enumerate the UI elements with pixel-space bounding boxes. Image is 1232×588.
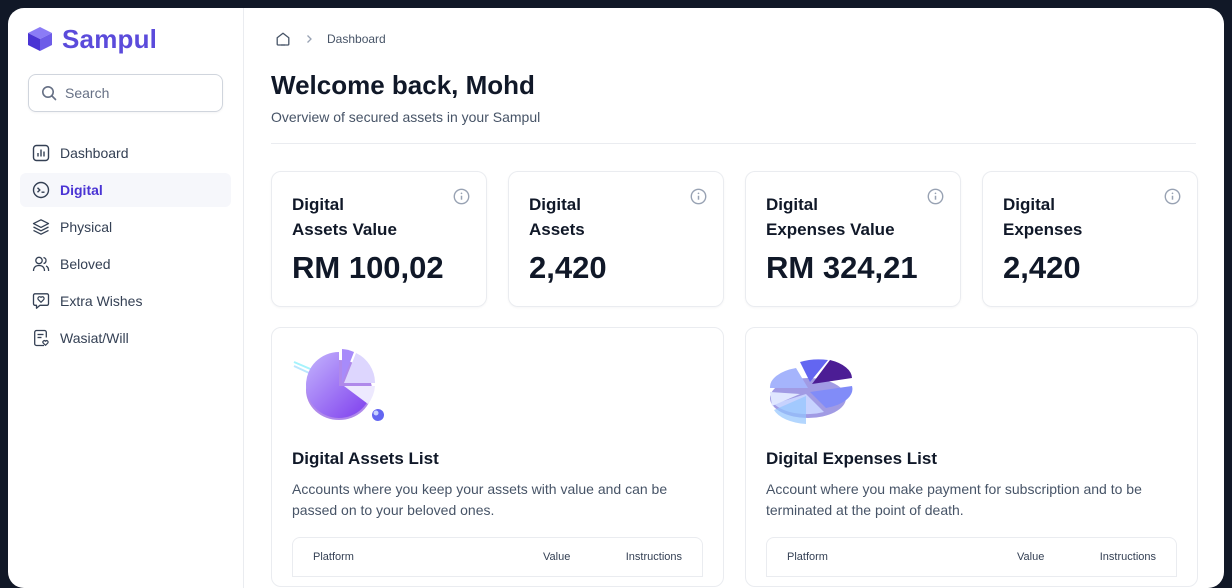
sidebar-item-beloved[interactable]: Beloved [20,247,231,281]
message-heart-icon [32,292,50,310]
stat-label-line1: Digital [1003,195,1055,214]
list-title: Digital Assets List [292,449,439,468]
table-header: Platform Value Instructions [292,537,703,577]
stat-value: 2,420 [1003,250,1081,285]
stat-label: Digital Expenses [1003,192,1153,242]
column-header-value[interactable]: Value [1017,551,1099,563]
column-header-instructions[interactable]: Instructions [625,551,682,563]
main-content: Dashboard Welcome back, Mohd Overview of… [244,8,1224,588]
sidebar-item-digital[interactable]: Digital [20,173,231,207]
breadcrumb-current[interactable]: Dashboard [327,32,386,46]
sidebar-item-label: Physical [60,219,113,235]
sidebar-item-dashboard[interactable]: Dashboard [20,136,231,170]
column-header-platform[interactable]: Platform [787,551,1017,563]
pie-chart-3d-illustration-icon [769,359,853,424]
stat-label: Digital Assets Value [292,192,442,242]
stat-card-digital-assets-value: Digital Assets Value RM 100,02 [271,171,487,307]
search-box[interactable] [28,74,223,112]
stat-label-line1: Digital [292,195,344,214]
sidebar-nav: Dashboard Digital Physical Beloved Extra… [20,136,231,355]
info-icon[interactable] [1164,188,1181,205]
chevron-right-icon [307,35,312,43]
sidebar-item-physical[interactable]: Physical [20,210,231,244]
sampul-logo-icon [28,27,52,51]
stat-value: RM 324,21 [766,250,918,285]
list-description: Accounts where you keep your assets with… [292,481,668,518]
sidebar-item-label: Extra Wishes [60,293,143,309]
bar-chart-icon [32,144,50,162]
info-icon[interactable] [453,188,470,205]
sidebar-item-label: Beloved [60,256,111,272]
lists-row: Digital Assets List Accounts where you k… [271,327,1198,587]
stat-label: Digital Expenses Value [766,192,916,242]
home-icon[interactable] [275,31,291,47]
stat-value: 2,420 [529,250,607,285]
sidebar-item-label: Digital [60,182,103,198]
info-icon[interactable] [690,188,707,205]
stat-label-line1: Digital [529,195,581,214]
column-header-platform[interactable]: Platform [313,551,543,563]
search-icon [42,86,57,101]
stat-card-digital-assets: Digital Assets 2,420 [508,171,724,307]
stat-card-digital-expenses: Digital Expenses 2,420 [982,171,1198,307]
list-title: Digital Expenses List [766,449,937,468]
stat-label-line2: Assets [529,220,585,239]
stat-label-line1: Digital [766,195,818,214]
logo[interactable]: Sampul [20,24,231,54]
column-header-value[interactable]: Value [543,551,625,563]
stat-label-line2: Assets Value [292,220,397,239]
app-name: Sampul [62,23,158,54]
table-header: Platform Value Instructions [766,537,1177,577]
sidebar-item-extra-wishes[interactable]: Extra Wishes [20,284,231,318]
sidebar-item-label: Wasiat/Will [60,330,129,346]
stat-label: Digital Assets [529,192,679,242]
stat-value: RM 100,02 [292,250,444,285]
digital-expenses-list-card: Digital Expenses List Account where you … [745,327,1198,587]
layers-icon [32,218,50,236]
info-icon[interactable] [927,188,944,205]
stat-label-line2: Expenses Value [766,220,895,239]
breadcrumb: Dashboard [275,30,1198,48]
column-header-instructions[interactable]: Instructions [1099,551,1156,563]
sidebar: Sampul Dashboard Digital [8,8,244,588]
stats-row: Digital Assets Value RM 100,02 Digital Ass… [271,171,1198,307]
users-icon [32,255,50,273]
terminal-icon [32,181,50,199]
pie-chart-illustration-icon [293,349,384,421]
search-input[interactable] [65,85,205,101]
page-subtitle: Overview of secured assets in your Sampu… [271,109,541,125]
app-window: Sampul Dashboard Digital [8,8,1224,588]
sidebar-item-wasiat-will[interactable]: Wasiat/Will [20,321,231,355]
stat-label-line2: Expenses [1003,220,1083,239]
list-description: Account where you make payment for subsc… [766,481,1142,518]
sidebar-item-label: Dashboard [60,145,129,161]
page-title: Welcome back, Mohd [271,70,535,100]
digital-assets-list-card: Digital Assets List Accounts where you k… [271,327,724,587]
stat-card-digital-expenses-value: Digital Expenses Value RM 324,21 [745,171,961,307]
divider [271,143,1196,144]
file-heart-icon [32,329,50,347]
